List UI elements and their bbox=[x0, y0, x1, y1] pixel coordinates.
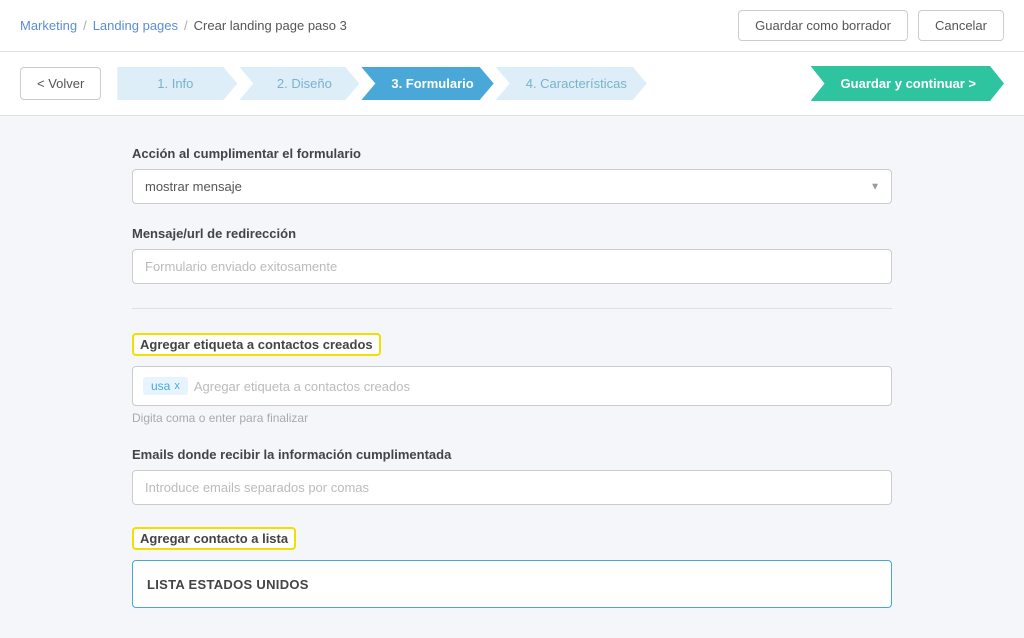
message-section: Mensaje/url de redirección bbox=[132, 226, 892, 284]
message-label: Mensaje/url de redirección bbox=[132, 226, 892, 241]
list-label: Agregar contacto a lista bbox=[132, 527, 296, 550]
step-1[interactable]: 1. Info bbox=[117, 67, 237, 100]
top-nav: Marketing / Landing pages / Crear landin… bbox=[0, 0, 1024, 52]
save-draft-button[interactable]: Guardar como borrador bbox=[738, 10, 908, 41]
tag-hint: Digita coma o enter para finalizar bbox=[132, 411, 892, 425]
breadcrumb-marketing[interactable]: Marketing bbox=[20, 18, 77, 33]
action-select-wrapper: mostrar mensaje bbox=[132, 169, 892, 204]
steps: 1. Info 2. Diseño 3. Formulario 4. Carac… bbox=[117, 67, 802, 100]
breadcrumb-current: Crear landing page paso 3 bbox=[194, 18, 347, 33]
tag-input-wrapper[interactable]: usa x Agregar etiqueta a contactos cread… bbox=[132, 366, 892, 406]
breadcrumb: Marketing / Landing pages / Crear landin… bbox=[20, 18, 347, 33]
steps-bar: < Volver 1. Info 2. Diseño 3. Formulario… bbox=[0, 52, 1024, 116]
tag-placeholder: Agregar etiqueta a contactos creados bbox=[194, 379, 410, 394]
breadcrumb-landing-pages[interactable]: Landing pages bbox=[93, 18, 178, 33]
step-4[interactable]: 4. Características bbox=[496, 67, 647, 100]
email-label: Emails donde recibir la información cump… bbox=[132, 447, 892, 462]
main-content: Acción al cumplimentar el formulario mos… bbox=[132, 146, 892, 608]
save-continue-button[interactable]: Guardar y continuar > bbox=[811, 66, 1004, 101]
action-section: Acción al cumplimentar el formulario mos… bbox=[132, 146, 892, 204]
list-section: Agregar contacto a lista LISTA ESTADOS U… bbox=[132, 527, 892, 608]
tag-label: Agregar etiqueta a contactos creados bbox=[132, 333, 381, 356]
tag-section: Agregar etiqueta a contactos creados usa… bbox=[132, 333, 892, 425]
list-value: LISTA ESTADOS UNIDOS bbox=[147, 577, 309, 592]
email-section: Emails donde recibir la información cump… bbox=[132, 447, 892, 505]
message-input[interactable] bbox=[132, 249, 892, 284]
step-2[interactable]: 2. Diseño bbox=[239, 67, 359, 100]
tag-usa: usa x bbox=[143, 377, 188, 395]
tag-close-icon[interactable]: x bbox=[174, 380, 180, 392]
cancel-button[interactable]: Cancelar bbox=[918, 10, 1004, 41]
email-input[interactable] bbox=[132, 470, 892, 505]
action-select[interactable]: mostrar mensaje bbox=[132, 169, 892, 204]
tag-value: usa bbox=[151, 379, 170, 393]
breadcrumb-sep2: / bbox=[184, 18, 188, 33]
divider-1 bbox=[132, 308, 892, 309]
breadcrumb-sep1: / bbox=[83, 18, 87, 33]
action-label: Acción al cumplimentar el formulario bbox=[132, 146, 892, 161]
step-3[interactable]: 3. Formulario bbox=[361, 67, 493, 100]
back-button[interactable]: < Volver bbox=[20, 67, 101, 100]
list-box[interactable]: LISTA ESTADOS UNIDOS bbox=[132, 560, 892, 608]
top-nav-buttons: Guardar como borrador Cancelar bbox=[738, 10, 1004, 41]
